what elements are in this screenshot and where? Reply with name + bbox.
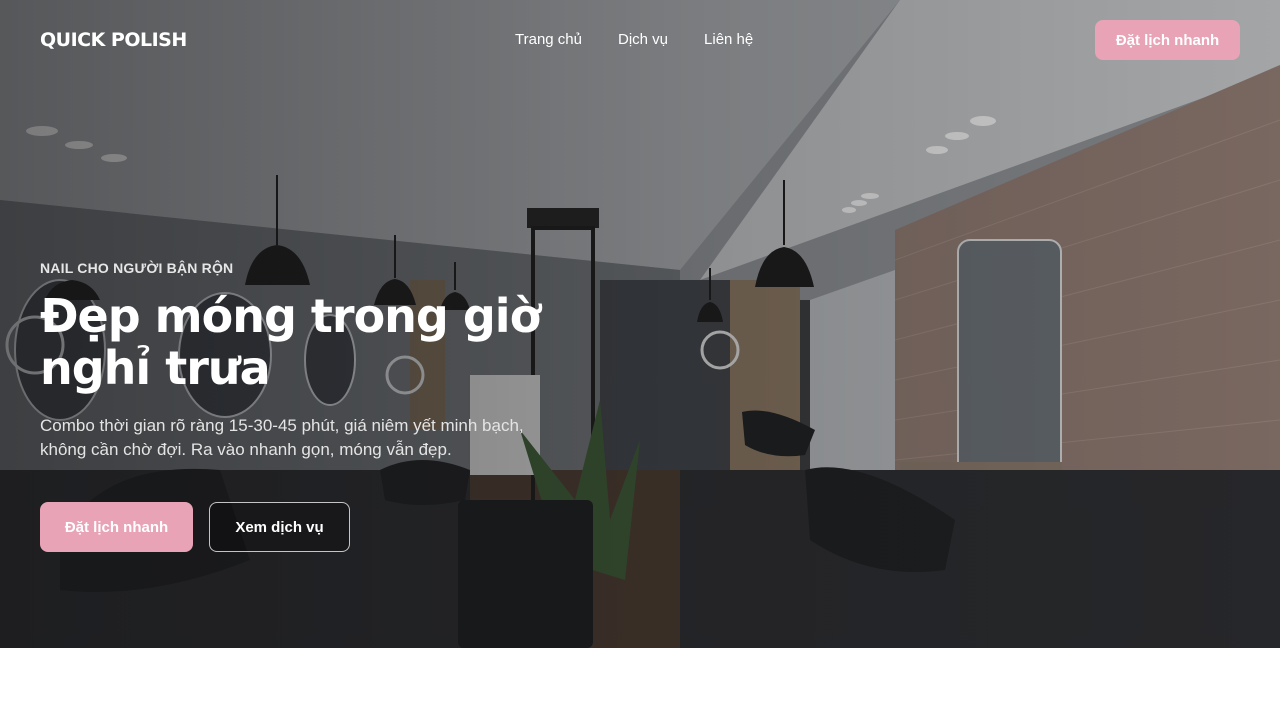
nav-links: Trang chủ Dịch vụ Liên hệ xyxy=(515,31,753,48)
hero-subtext: Combo thời gian rõ ràng 15-30-45 phút, g… xyxy=(40,416,524,459)
nav-link-home[interactable]: Trang chủ xyxy=(515,31,582,48)
hero-booking-button[interactable]: Đặt lịch nhanh xyxy=(40,502,193,552)
top-navigation: QUICK POLISH Trang chủ Dịch vụ Liên hệ Đ… xyxy=(0,0,1280,80)
hero-eyebrow: NAIL CHO NGƯỜI BẬN RỘN xyxy=(40,260,234,276)
brand-logo[interactable]: QUICK POLISH xyxy=(40,29,187,51)
hero-headline: Đẹp móng trong giờ nghỉ trưa xyxy=(40,289,541,395)
nav-link-services[interactable]: Dịch vụ xyxy=(618,31,668,48)
nav-link-contact[interactable]: Liên hệ xyxy=(704,31,753,48)
hero-content: NAIL CHO NGƯỜI BẬN RỘN Đẹp móng trong gi… xyxy=(40,260,680,462)
view-services-button[interactable]: Xem dịch vụ xyxy=(209,502,350,552)
hero-actions: Đặt lịch nhanh Xem dịch vụ xyxy=(40,502,350,552)
hero-section: QUICK POLISH Trang chủ Dịch vụ Liên hệ Đ… xyxy=(0,0,1280,648)
quick-booking-button[interactable]: Đặt lịch nhanh xyxy=(1095,20,1240,60)
